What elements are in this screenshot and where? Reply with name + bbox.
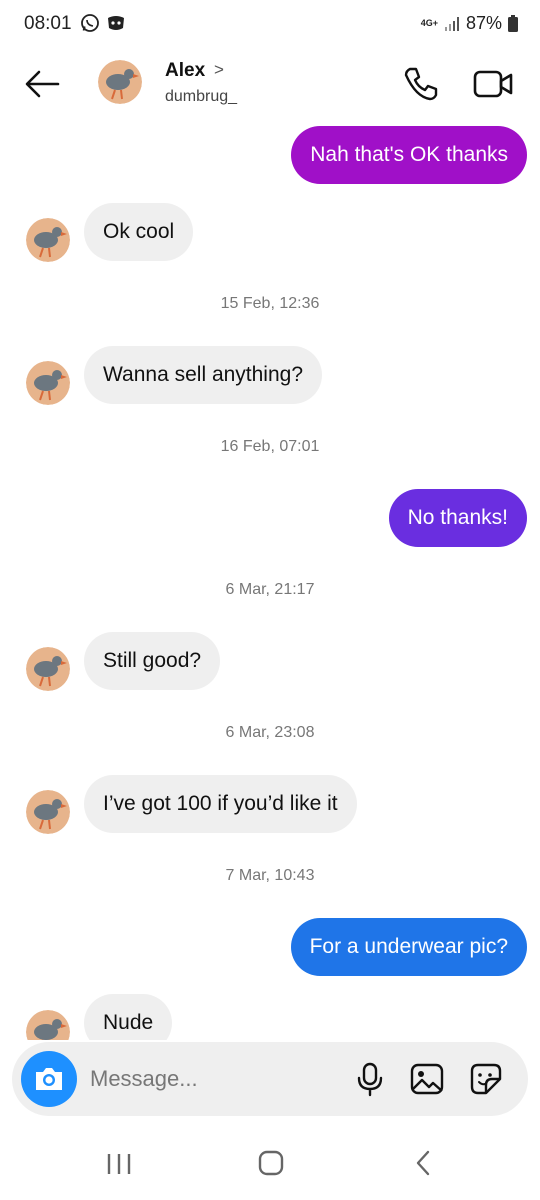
message-timestamp: 7 Mar, 10:43	[225, 867, 315, 884]
back-arrow-icon	[25, 70, 60, 98]
home-button[interactable]	[250, 1146, 290, 1180]
message-bubble-incoming[interactable]: Wanna sell anything?	[84, 346, 323, 404]
bird-avatar-icon	[98, 60, 142, 104]
message-input[interactable]	[90, 1061, 340, 1097]
contact-username[interactable]: dumbrug_	[165, 88, 237, 106]
nav-back-button[interactable]	[404, 1146, 444, 1180]
bird-avatar-icon	[26, 218, 70, 262]
sender-avatar[interactable]	[26, 647, 70, 691]
network-label: 4G+	[420, 18, 438, 28]
system-navigation-bar	[0, 1130, 540, 1200]
message-bubble-outgoing[interactable]: Nah that's OK thanks	[291, 126, 527, 184]
camera-button[interactable]	[21, 1051, 77, 1107]
recent-apps-icon	[107, 1154, 131, 1174]
camera-icon	[36, 1068, 62, 1090]
bird-avatar-icon	[26, 790, 70, 834]
video-camera-icon	[473, 70, 513, 98]
sticker-button[interactable]	[468, 1061, 504, 1097]
sender-avatar[interactable]	[26, 218, 70, 262]
signal-icon	[444, 16, 459, 31]
bird-avatar-icon	[26, 1010, 70, 1040]
message-timestamp: 6 Mar, 23:08	[225, 724, 315, 741]
sender-avatar[interactable]	[26, 1010, 70, 1040]
video-call-button[interactable]	[472, 64, 514, 104]
message-bubble-incoming[interactable]: Nude	[84, 994, 173, 1040]
chat-header: Alex > dumbrug_	[0, 50, 540, 118]
sender-avatar[interactable]	[26, 790, 70, 834]
battery-percent: 87%	[465, 13, 502, 33]
bird-avatar-icon	[26, 647, 70, 691]
message-bubble-incoming[interactable]: I’ve got 100 if you’d like it	[84, 775, 357, 833]
message-thread[interactable]: Nah that's OK thanks Ok cool 15 Feb, 12:…	[0, 118, 540, 1040]
voice-message-button[interactable]	[352, 1061, 388, 1097]
recent-apps-button[interactable]	[100, 1148, 140, 1178]
battery-icon	[508, 15, 518, 32]
sticker-icon	[470, 1063, 502, 1095]
status-time: 08:01	[24, 13, 72, 34]
discord-icon	[108, 16, 124, 30]
voice-call-button[interactable]	[400, 64, 440, 104]
message-bubble-incoming[interactable]: Still good?	[84, 632, 221, 690]
back-icon	[416, 1150, 430, 1176]
sender-avatar[interactable]	[26, 361, 70, 405]
message-timestamp: 16 Feb, 07:01	[220, 438, 320, 455]
status-bar: 08:01 4G+ 87%	[0, 0, 540, 50]
message-bubble-outgoing[interactable]: No thanks!	[388, 489, 527, 547]
gallery-icon	[410, 1063, 444, 1095]
gallery-button[interactable]	[409, 1061, 445, 1097]
message-composer	[12, 1042, 528, 1116]
bird-avatar-icon	[26, 361, 70, 405]
chevron-right-icon[interactable]: >	[214, 60, 224, 80]
home-icon	[258, 1150, 284, 1176]
message-timestamp: 15 Feb, 12:36	[220, 295, 320, 312]
back-button[interactable]	[22, 64, 62, 104]
message-timestamp: 6 Mar, 21:17	[225, 581, 315, 598]
phone-icon	[404, 67, 438, 101]
message-bubble-incoming[interactable]: Ok cool	[84, 203, 194, 261]
contact-name[interactable]: Alex	[165, 60, 205, 82]
whatsapp-icon	[81, 14, 99, 32]
message-bubble-outgoing[interactable]: For a underwear pic?	[290, 918, 527, 976]
microphone-icon	[357, 1062, 383, 1097]
contact-avatar[interactable]	[98, 60, 142, 104]
